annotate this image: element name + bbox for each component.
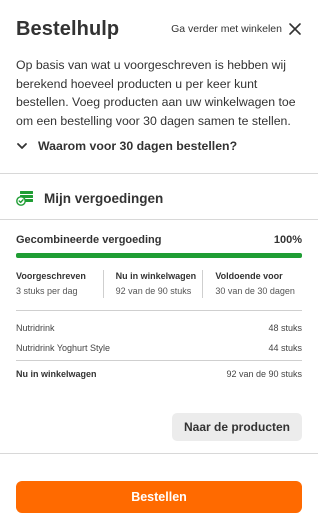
stat-value: 92 van de 90 stuks (115, 286, 192, 296)
cart-total-row: Nu in winkelwagen 92 van de 90 stuks (16, 369, 302, 379)
close-icon[interactable] (288, 22, 302, 36)
stat-prescribed: Voorgeschreven 3 stuks per dag (16, 270, 103, 298)
why-30-days-label: Waarom voor 30 dagen bestellen? (38, 139, 238, 153)
continue-shopping-button[interactable]: Ga verder met winkelen (171, 22, 302, 36)
why-30-days-toggle[interactable]: Waarom voor 30 dagen bestellen? (16, 139, 237, 153)
reimbursement-progress-fill (16, 253, 302, 258)
modal-header: Bestelhulp Ga verder met winkelen (16, 16, 302, 42)
to-products-button[interactable]: Naar de producten (172, 413, 302, 441)
combined-reimbursement: Gecombineerde vergoeding 100% (16, 234, 302, 246)
stat-label: Voldoende voor (215, 271, 283, 281)
stat-label: Nu in winkelwagen (115, 271, 197, 281)
stats-divider (16, 310, 302, 311)
money-icon (16, 191, 33, 206)
list-item: Nutridrink Yoghurt Style 44 stuks (16, 343, 302, 353)
total-divider (16, 360, 302, 361)
continue-shopping-label: Ga verder met winkelen (171, 23, 282, 35)
page-title: Bestelhulp (16, 17, 120, 40)
vergoedingen-header: Mijn vergoedingen (16, 190, 163, 206)
stat-sufficient-for: Voldoende voor 30 van de 30 dagen (202, 270, 302, 298)
section-divider (0, 219, 318, 220)
vergoedingen-title: Mijn vergoedingen (44, 190, 164, 206)
total-value: 92 van de 90 stuks (226, 369, 302, 379)
product-qty: 48 stuks (268, 323, 302, 333)
footer-divider (0, 453, 318, 454)
product-name: Nutridrink (16, 323, 55, 333)
order-button[interactable]: Bestellen (16, 481, 302, 513)
product-name: Nutridrink Yoghurt Style (16, 343, 111, 353)
total-label: Nu in winkelwagen (16, 369, 97, 379)
combined-label: Gecombineerde vergoeding (16, 234, 162, 246)
intro-text: Op basis van wat u voorgeschreven is heb… (16, 58, 296, 128)
stat-value: 3 stuks per dag (16, 286, 78, 296)
stat-value: 30 van de 30 dagen (215, 286, 295, 296)
section-divider (0, 173, 318, 174)
stat-in-cart: Nu in winkelwagen 92 van de 90 stuks (102, 270, 203, 298)
product-qty: 44 stuks (268, 343, 302, 353)
chevron-down-icon (17, 143, 27, 149)
stats-row: Voorgeschreven 3 stuks per dag Nu in win… (16, 270, 302, 298)
reimbursement-progress-bar (16, 253, 302, 258)
stat-label: Voorgeschreven (16, 271, 86, 281)
combined-percent: 100% (273, 234, 302, 246)
list-item: Nutridrink 48 stuks (16, 323, 302, 333)
